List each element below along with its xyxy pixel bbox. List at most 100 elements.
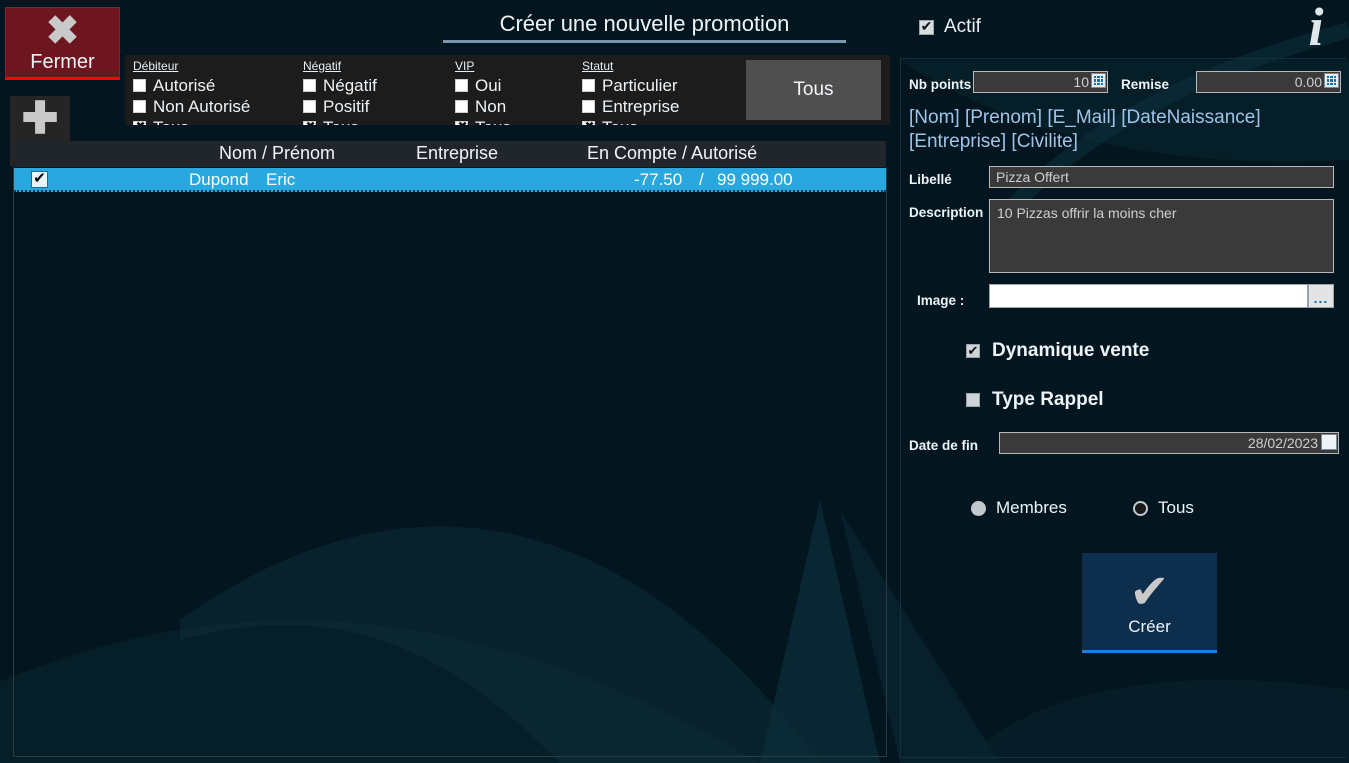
audience-membres-radio[interactable]: Membres	[971, 498, 1067, 518]
remise-label: Remise	[1121, 77, 1170, 92]
page-title: Créer une nouvelle promotion	[443, 10, 846, 43]
checkbox-icon[interactable]	[133, 79, 146, 92]
merge-tokens-hint: [Nom] [Prenom] [E_Mail] [DateNaissance] …	[909, 107, 1261, 152]
audience-tous-radio[interactable]: Tous	[1133, 498, 1194, 518]
radio-unselected-icon[interactable]	[1133, 500, 1148, 516]
filter-option[interactable]: Tous	[582, 117, 679, 125]
actif-checkbox-row[interactable]: Actif	[919, 16, 981, 38]
info-icon[interactable]: i	[1293, 0, 1339, 55]
type-rappel-row[interactable]: Type Rappel	[966, 389, 1104, 411]
filter-option-label: Non	[475, 97, 507, 116]
type-rappel-label: Type Rappel	[992, 389, 1104, 410]
filter-option[interactable]: Particulier	[582, 75, 679, 96]
actif-label: Actif	[944, 16, 981, 37]
filter-group-debiteur: Débiteur Autorisé Non Autorisé Tous	[133, 59, 250, 125]
calculator-icon[interactable]	[1324, 73, 1339, 88]
plus-icon: ✚	[21, 94, 59, 143]
checkbox-icon[interactable]	[303, 79, 316, 92]
description-value: 10 Pizzas offrir la moins cher	[997, 205, 1177, 221]
filter-option[interactable]: Tous	[455, 117, 511, 125]
checkbox-icon[interactable]	[303, 100, 316, 113]
filter-group-vip: VIP Oui Non Tous	[455, 59, 511, 125]
calculator-icon[interactable]	[1091, 73, 1106, 88]
filter-option-label: Tous	[475, 118, 511, 125]
checkbox-icon[interactable]	[133, 100, 146, 113]
libelle-label: Libellé	[909, 172, 952, 187]
description-label: Description	[909, 205, 984, 220]
date-fin-label: Date de fin	[909, 438, 979, 453]
date-fin-field[interactable]: 28/02/2023	[999, 432, 1339, 454]
image-path-input[interactable]	[989, 284, 1308, 308]
filter-option[interactable]: Tous	[303, 117, 377, 125]
checkbox-icon[interactable]	[582, 79, 595, 92]
filter-all-button[interactable]: Tous	[746, 60, 881, 120]
filter-option[interactable]: Négatif	[303, 75, 377, 96]
filter-option-label: Tous	[602, 118, 638, 125]
filter-all-button-label: Tous	[793, 79, 834, 100]
column-header-en-compte: En Compte / Autorisé	[587, 143, 758, 163]
dynamique-vente-label: Dynamique vente	[992, 340, 1150, 361]
checkbox-icon[interactable]	[455, 100, 468, 113]
checkbox-icon[interactable]	[919, 17, 934, 36]
checkbox-icon[interactable]	[582, 100, 595, 113]
image-browse-button[interactable]: ...	[1308, 284, 1334, 308]
checkbox-icon[interactable]	[966, 341, 980, 360]
promotion-creation-window: ✖ Fermer ✚ Tous Créer une nouvelle promo…	[0, 0, 1349, 763]
filter-option[interactable]: Non Autorisé	[133, 96, 250, 117]
checkbox-icon[interactable]	[582, 119, 596, 125]
filter-option[interactable]: Tous	[133, 117, 250, 125]
filter-option-label: Négatif	[323, 76, 377, 95]
checkbox-icon[interactable]	[455, 119, 469, 125]
filter-option[interactable]: Oui	[455, 75, 511, 96]
libelle-field[interactable]: Pizza Offert	[989, 166, 1334, 188]
filter-option[interactable]: Non	[455, 96, 511, 117]
libelle-value: Pizza Offert	[996, 169, 1069, 185]
filter-group-statut: Statut Particulier Entreprise Tous	[582, 59, 679, 125]
close-button-label: Fermer	[30, 51, 95, 73]
filter-option-label: Entreprise	[602, 97, 680, 116]
close-button[interactable]: ✖ Fermer	[5, 7, 120, 80]
image-label: Image :	[917, 293, 965, 308]
remise-value: 0.00	[1294, 74, 1322, 90]
calendar-icon[interactable]	[1321, 434, 1337, 450]
cell-en-compte: -77.50	[634, 170, 683, 189]
ellipsis-icon: ...	[1313, 290, 1329, 306]
description-field[interactable]: 10 Pizzas offrir la moins cher	[989, 199, 1334, 273]
checkbox-icon[interactable]	[303, 119, 317, 125]
checkbox-icon[interactable]	[966, 393, 980, 407]
remise-field[interactable]: 0.00	[1196, 71, 1341, 93]
nb-points-field[interactable]: 10	[973, 71, 1108, 93]
filter-group-heading: Débiteur	[133, 59, 179, 73]
radio-selected-icon[interactable]	[971, 500, 986, 516]
table-header: Nom / Prénom Entreprise En Compte / Auto…	[14, 141, 886, 167]
filter-option-label: Oui	[475, 76, 502, 95]
filter-group-negatif: Négatif Négatif Positif Tous	[303, 59, 377, 125]
cell-separator: /	[699, 170, 704, 189]
dynamique-vente-row[interactable]: Dynamique vente	[966, 340, 1149, 362]
column-header-entreprise: Entreprise	[416, 143, 499, 163]
filter-option-label: Autorisé	[153, 76, 216, 95]
nb-points-value: 10	[1073, 74, 1089, 90]
filter-option-label: Particulier	[602, 76, 678, 95]
close-x-icon: ✖	[45, 9, 80, 53]
filter-option[interactable]: Autorisé	[133, 75, 250, 96]
table-row[interactable]: Dupond Eric -77.50 / 99 999.00	[14, 168, 886, 192]
customer-list[interactable]	[13, 167, 887, 757]
date-fin-value: 28/02/2023	[1247, 435, 1318, 451]
filter-option-label: Tous	[153, 118, 189, 125]
filter-option[interactable]: Positif	[303, 96, 377, 117]
create-button[interactable]: ✔ Créer	[1082, 553, 1217, 653]
cell-nom: Dupond	[189, 170, 249, 189]
left-pane: ✖ Fermer ✚ Tous Créer une nouvelle promo…	[0, 0, 897, 763]
title-underline	[443, 40, 846, 43]
audience-tous-label: Tous	[1158, 498, 1194, 517]
row-checkbox[interactable]	[31, 169, 48, 188]
right-header: Actif i	[897, 0, 1349, 58]
filter-group-heading: Négatif	[303, 59, 342, 73]
check-icon: ✔	[1129, 565, 1170, 619]
checkbox-icon[interactable]	[455, 79, 468, 92]
filter-option[interactable]: Entreprise	[582, 96, 679, 117]
checkbox-icon[interactable]	[133, 119, 147, 125]
cell-prenom: Eric	[266, 170, 296, 189]
filter-option-label: Tous	[323, 118, 359, 125]
